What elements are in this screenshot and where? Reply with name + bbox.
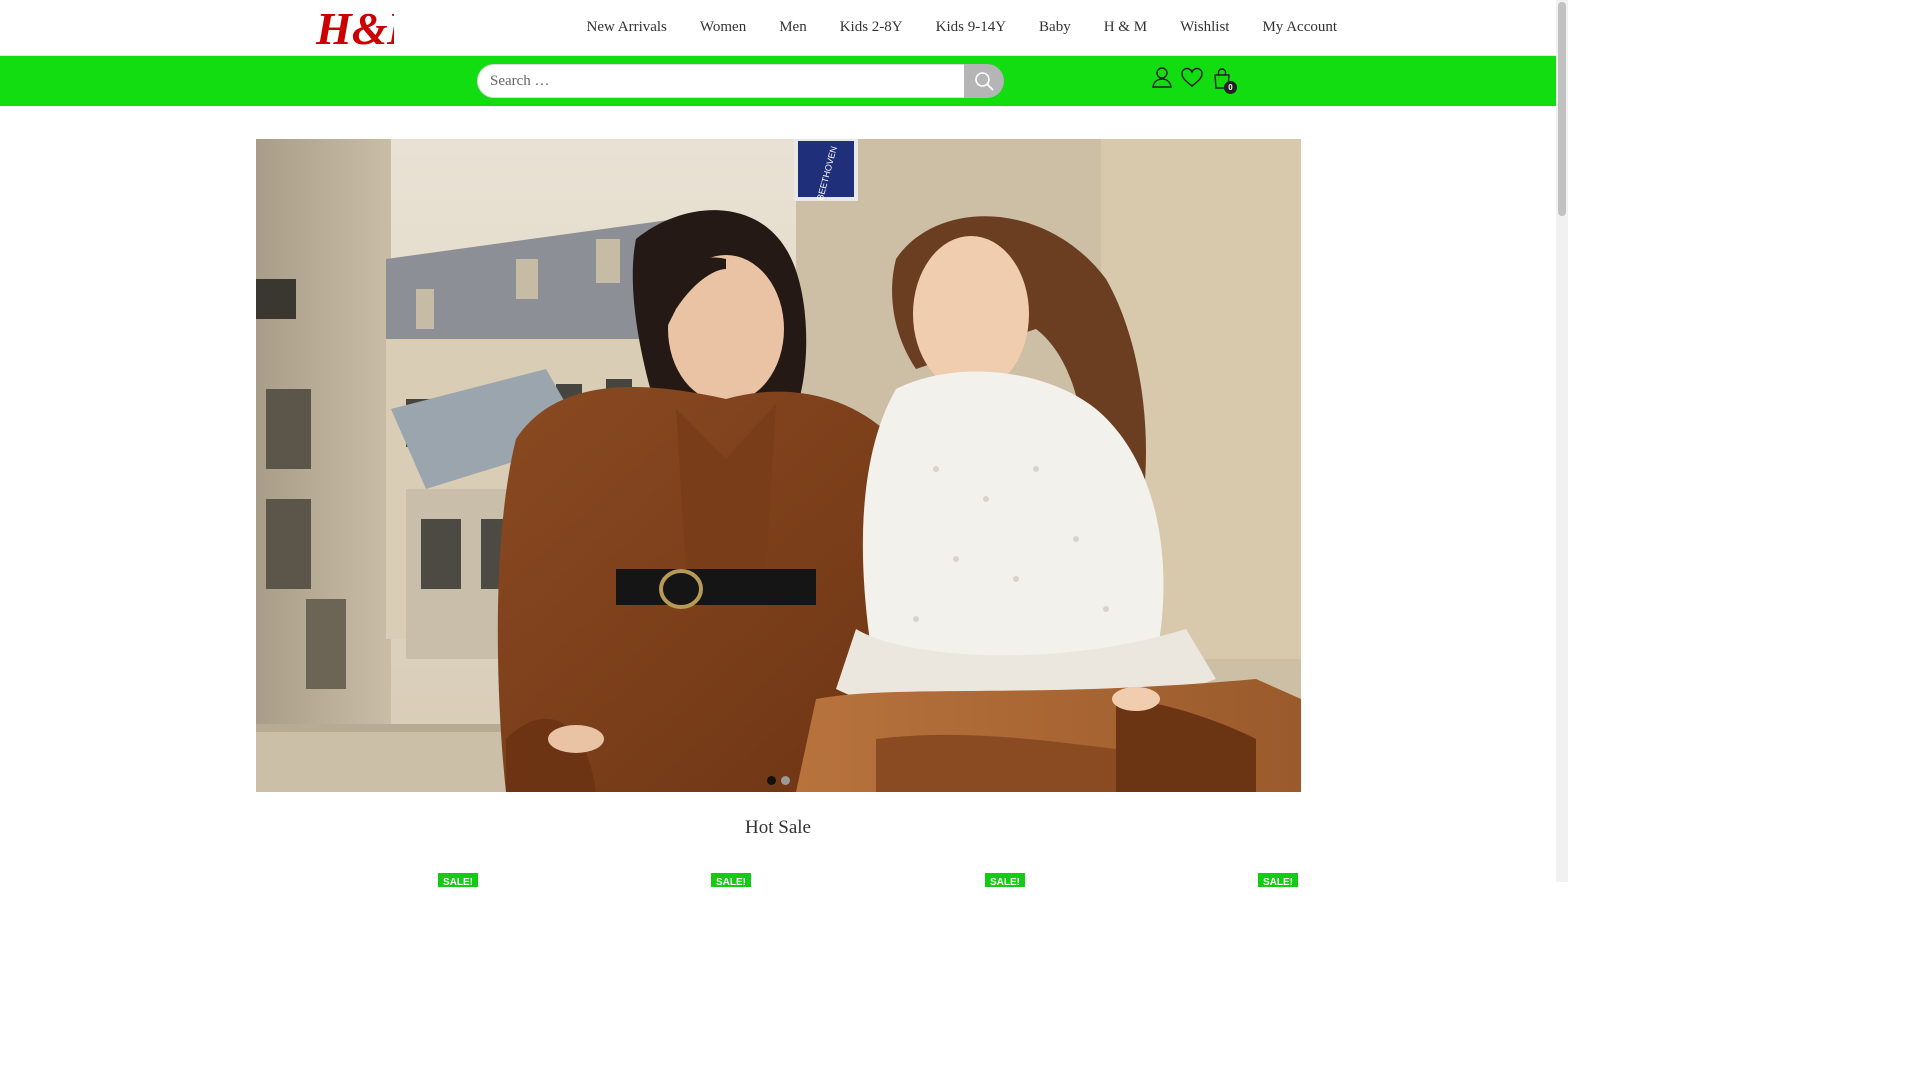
- nav-h-m[interactable]: H & M: [1087, 19, 1163, 36]
- sale-badge: SALE!: [985, 873, 1025, 887]
- logo-text: H&M: [315, 3, 394, 52]
- page-scrollbar[interactable]: [1556, 0, 1568, 882]
- nav-men[interactable]: Men: [763, 19, 824, 36]
- user-icon: [1152, 67, 1172, 88]
- search-button[interactable]: [964, 64, 1004, 98]
- slider-dot-2[interactable]: [781, 776, 790, 785]
- nav-new-arrivals[interactable]: New Arrivals: [570, 19, 683, 36]
- nav-my-account[interactable]: My Account: [1246, 19, 1354, 36]
- sale-badge: SALE!: [438, 873, 478, 887]
- cart-count-badge: 0: [1224, 81, 1237, 94]
- search-icon: [975, 72, 994, 91]
- hot-sale-heading: Hot Sale: [745, 817, 811, 838]
- hero-slider[interactable]: BEETHOVEN: [256, 139, 1301, 792]
- nav-women[interactable]: Women: [683, 19, 762, 36]
- nav-baby[interactable]: Baby: [1023, 19, 1088, 36]
- slider-dots: [767, 776, 790, 785]
- nav-kids-2-8y[interactable]: Kids 2-8Y: [823, 19, 919, 36]
- search-input[interactable]: [477, 64, 964, 98]
- main-nav: New Arrivals Women Men Kids 2-8Y Kids 9-…: [570, 0, 1354, 55]
- sale-badge: SALE!: [711, 873, 751, 887]
- hero-image: BEETHOVEN: [256, 139, 1301, 792]
- search-form: [477, 64, 1004, 98]
- nav-wishlist[interactable]: Wishlist: [1164, 19, 1246, 36]
- slider-dot-1[interactable]: [767, 776, 776, 785]
- top-header: H&M New Arrivals Women Men Kids 2-8Y Kid…: [0, 0, 1556, 56]
- scrollbar-thumb[interactable]: [1558, 2, 1566, 216]
- hm-logo[interactable]: H&M: [314, 0, 431, 54]
- sale-badge: SALE!: [1258, 873, 1298, 887]
- nav-kids-9-14y[interactable]: Kids 9-14Y: [919, 19, 1022, 36]
- wishlist-icon-button[interactable]: [1180, 66, 1204, 90]
- account-icon-button[interactable]: [1150, 66, 1174, 90]
- heart-icon: [1181, 67, 1203, 87]
